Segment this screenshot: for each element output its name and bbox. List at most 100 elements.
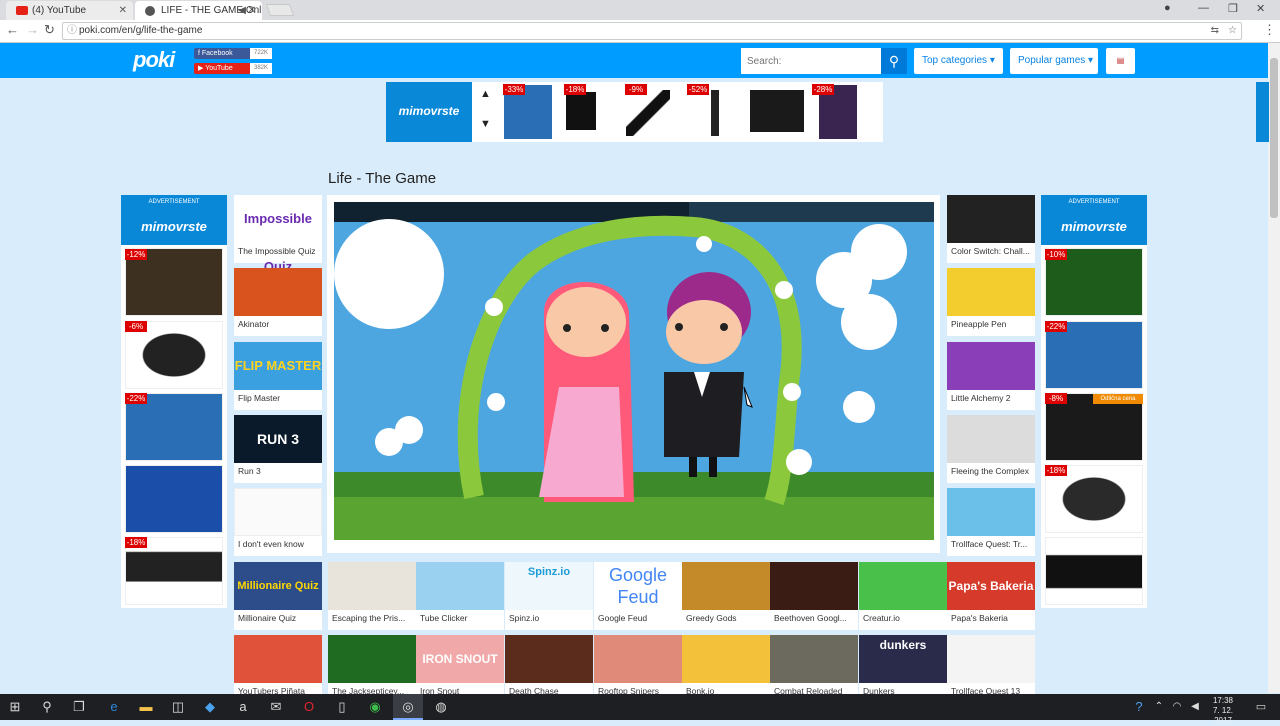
tab-youtube[interactable]: (4) YouTube ✕ xyxy=(6,1,133,20)
ad-product-image[interactable] xyxy=(711,90,719,136)
popular-games-dropdown[interactable]: Popular games ▾ xyxy=(1010,48,1098,74)
game-tile[interactable]: Creatur.io xyxy=(859,562,947,630)
game-thumbnail xyxy=(234,488,322,536)
game-tile[interactable]: IRON SNOUT Iron Snout xyxy=(416,635,504,703)
store-icon[interactable]: ◫ xyxy=(163,694,193,720)
address-bar[interactable]: ⓘ poki.com/en/g/life-the-game ⇆ ☆ xyxy=(62,22,1242,40)
reload-icon[interactable]: ↻ xyxy=(44,22,55,38)
game-tile[interactable]: FLIP MASTER Flip Master xyxy=(234,342,322,410)
search-input[interactable] xyxy=(741,48,881,74)
tab-life-the-game[interactable]: LIFE - THE GAME Onl ◀ ✕ xyxy=(135,1,262,20)
bookmark-star-icon[interactable]: ☆ xyxy=(1228,23,1237,39)
ad-brand-logo[interactable]: mimovrste xyxy=(121,209,227,245)
menu-kebab-icon[interactable]: ⋮ xyxy=(1263,22,1276,38)
game-tile[interactable]: Escaping the Pris... xyxy=(328,562,416,630)
game-thumbnail xyxy=(947,195,1035,243)
translate-icon[interactable]: ⇆ xyxy=(1211,23,1219,39)
game-tile[interactable]: Fleeing the Complex xyxy=(947,415,1035,483)
poki-logo[interactable]: poki xyxy=(133,47,175,73)
notifications-icon[interactable]: ▭ xyxy=(1246,694,1276,720)
ad-brand-logo[interactable]: mimovrste xyxy=(1041,209,1147,245)
taskbar-clock[interactable]: 17:38 7. 12. 2017 xyxy=(1203,696,1243,726)
ad-product-image[interactable] xyxy=(125,465,223,533)
game-tile[interactable]: Little Alchemy 2 xyxy=(947,342,1035,410)
caret-down-icon: ▾ xyxy=(989,55,995,66)
page-scrollbar[interactable] xyxy=(1268,43,1280,693)
game-tile[interactable]: Google Feud Google Feud xyxy=(594,562,682,630)
language-flag-button[interactable]: ▤ xyxy=(1106,48,1135,74)
ad-label: ADVERTISEMENT xyxy=(121,195,227,209)
game-tile[interactable]: Color Switch: Chall... xyxy=(947,195,1035,263)
mail-icon[interactable]: ✉ xyxy=(261,694,291,720)
profile-icon[interactable]: ● xyxy=(1164,2,1171,14)
windows-start-icon[interactable]: ⊞ xyxy=(0,694,30,720)
right-sidebar-ad[interactable]: ADVERTISEMENT mimovrste -10% -22% -8% Od… xyxy=(1041,195,1147,608)
left-sidebar-ad[interactable]: ADVERTISEMENT mimovrste -12% -6% -22% -1… xyxy=(121,195,227,608)
game-thumbnail xyxy=(234,635,322,683)
top-ad-banner[interactable]: mimovrste ▲ ▼ -33% -18% -9% -52% -28% xyxy=(386,82,1269,142)
game-tile[interactable]: Bonk.io xyxy=(682,635,770,703)
back-icon[interactable]: ← xyxy=(6,22,19,37)
razer-icon[interactable]: ◉ xyxy=(360,694,390,720)
discount-badge: -33% xyxy=(503,84,525,95)
ad-brand-logo[interactable]: mimovrste xyxy=(386,82,472,142)
file-explorer-icon[interactable]: ▬ xyxy=(131,694,161,720)
game-tile[interactable]: Death Chase xyxy=(505,635,593,703)
game-tile[interactable]: Millionaire Quiz Millionaire Quiz xyxy=(234,562,322,630)
ad-product-image[interactable] xyxy=(626,90,670,136)
youtube-count: 382K xyxy=(250,63,272,74)
opera-icon[interactable]: O xyxy=(294,694,324,720)
top-categories-dropdown[interactable]: Top categories ▾ xyxy=(914,48,1003,74)
game-tile[interactable]: RUN 3 Run 3 xyxy=(234,415,322,483)
game-canvas[interactable] xyxy=(334,202,934,540)
task-view-icon[interactable]: ❐ xyxy=(64,694,94,720)
game-thumbnail xyxy=(947,415,1035,463)
close-tab-icon[interactable]: ✕ xyxy=(119,1,127,20)
discount-badge: -18% xyxy=(125,537,147,548)
facebook-button[interactable]: f Facebook 722K xyxy=(194,48,272,59)
down-arrow-icon[interactable]: ▼ xyxy=(480,118,491,130)
file-icon[interactable]: ▯ xyxy=(327,694,357,720)
game-tile[interactable]: Trollface Quest 13 xyxy=(947,635,1035,703)
search-button[interactable]: ⚲ xyxy=(881,48,907,74)
search-icon[interactable]: ⚲ xyxy=(32,694,62,720)
game-tile[interactable]: Beethoven Googl... xyxy=(770,562,858,630)
restore-icon[interactable]: ❐ xyxy=(1228,2,1238,15)
close-tab-icon[interactable]: ✕ xyxy=(248,1,256,20)
ad-product-image[interactable] xyxy=(750,90,804,132)
caret-down-icon: ▾ xyxy=(1088,55,1094,66)
discount-badge: -28% xyxy=(812,84,834,95)
game-tile[interactable]: Impossible Quiz The Impossible Quiz xyxy=(234,195,322,274)
game-thumbnail: Papa's Bakeria xyxy=(947,562,1035,610)
game-tile[interactable]: Spinz.io Spinz.io xyxy=(505,562,593,630)
game-tile[interactable]: dunkers Dunkers xyxy=(859,635,947,703)
game-tile[interactable]: Tube Clicker xyxy=(416,562,504,630)
youtube-button[interactable]: ▶ YouTube 382K xyxy=(194,63,272,74)
game-tile[interactable]: Papa's Bakeria Papa's Bakeria xyxy=(947,562,1035,630)
url-text: poki.com/en/g/life-the-game xyxy=(79,25,203,36)
ad-product-image[interactable] xyxy=(566,92,596,130)
forward-icon[interactable]: → xyxy=(26,22,39,37)
game-thumbnail xyxy=(770,562,858,610)
minimize-icon[interactable]: — xyxy=(1198,2,1209,14)
game-tile[interactable]: Trollface Quest: Tr... xyxy=(947,488,1035,556)
obs-icon[interactable]: ◍ xyxy=(426,694,456,720)
game-tile[interactable]: The Jacksepticey... xyxy=(328,635,416,703)
chrome-icon[interactable]: ◎ xyxy=(393,694,423,720)
game-tile[interactable]: Pineapple Pen xyxy=(947,268,1035,336)
game-tile[interactable]: Combat Reloaded xyxy=(770,635,858,703)
scrollbar-thumb[interactable] xyxy=(1270,58,1278,218)
new-tab-button[interactable] xyxy=(265,4,295,16)
game-tile[interactable]: Greedy Gods xyxy=(682,562,770,630)
game-tile[interactable]: I don't even know xyxy=(234,488,322,556)
edge-icon[interactable]: e xyxy=(99,694,129,720)
ad-product-image[interactable] xyxy=(1045,537,1143,605)
game-tile[interactable]: Rooftop Snipers xyxy=(594,635,682,703)
amazon-icon[interactable]: a xyxy=(228,694,258,720)
game-label: Trollface Quest: Tr... xyxy=(951,539,1028,549)
close-window-icon[interactable]: ✕ xyxy=(1256,2,1265,15)
game-tile[interactable]: Akinator xyxy=(234,268,322,336)
game-tile[interactable]: YouTubers Piñata xyxy=(234,635,322,703)
dropbox-icon[interactable]: ◆ xyxy=(195,694,225,720)
up-arrow-icon[interactable]: ▲ xyxy=(480,88,491,100)
